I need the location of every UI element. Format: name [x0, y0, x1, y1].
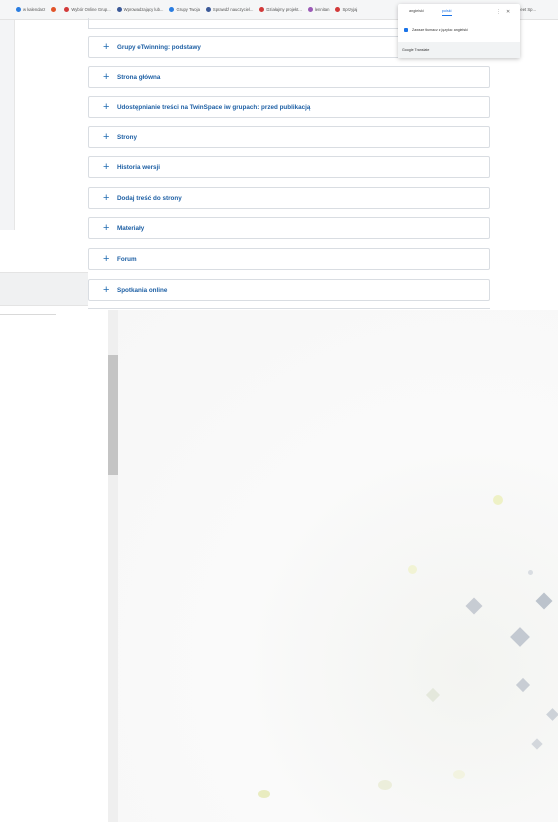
close-icon[interactable]: ✕ — [506, 9, 510, 15]
tab-target-language[interactable]: polski — [441, 9, 452, 16]
accordion-item-spotkania-online[interactable]: + Spotkania online — [88, 279, 490, 301]
accordion-item-label: Historia wersji — [117, 163, 161, 171]
accordion-item-label: Spotkania online — [117, 286, 168, 294]
decorative-diamond — [510, 627, 530, 647]
always-translate-label: Zawsze tłumacz z języka: angielski — [412, 28, 468, 32]
accordion-item-label: Forum — [117, 255, 137, 263]
content-background — [108, 310, 558, 822]
translate-popup: angielski polski ⋮ ✕ Zawsze tłumacz z ję… — [398, 4, 520, 58]
bookmark-item[interactable]: Grupy Twoja — [169, 7, 200, 12]
bookmark-favicon-icon — [64, 7, 70, 12]
bookmark-favicon-icon — [116, 7, 122, 12]
accordion-item-label: Grupy eTwinning: podstawy — [117, 43, 201, 51]
bookmark-favicon-icon — [205, 7, 211, 12]
accordion-item-label: Strona główna — [117, 73, 161, 81]
more-options-icon[interactable]: ⋮ — [496, 9, 501, 15]
accordion-item-strony[interactable]: + Strony — [88, 126, 490, 148]
tab-source-language[interactable]: angielski — [409, 9, 424, 16]
decorative-speck — [493, 495, 503, 505]
decorative-speck — [378, 780, 392, 790]
accordion-item-forum[interactable]: + Forum — [88, 248, 490, 270]
bookmark-favicon-icon — [51, 7, 57, 12]
left-side-panel — [0, 20, 15, 230]
plus-icon: + — [103, 100, 110, 113]
bookmark-favicon-icon — [259, 7, 265, 12]
checkbox-checked-icon[interactable] — [404, 28, 408, 32]
bookmark-item[interactable]: w kalendarz — [16, 7, 45, 12]
decorative-diamond — [465, 597, 483, 615]
plus-icon: + — [103, 130, 110, 143]
accordion-item-historia-wersji[interactable]: + Historia wersji — [88, 156, 490, 178]
accordion-item-dodaj-tresc[interactable]: + Dodaj treść do strony — [88, 187, 490, 209]
plus-icon: + — [103, 191, 110, 204]
decorative-diamond — [531, 738, 543, 750]
plus-icon: + — [103, 252, 110, 265]
bookmark-item[interactable]: Sprawdź nauczyciel... — [205, 7, 253, 12]
bookmark-item[interactable]: Sprzyjaj — [335, 7, 357, 12]
decorative-speck — [408, 565, 417, 574]
bookmark-item[interactable] — [51, 7, 58, 12]
accordion-item-udostepnianie[interactable]: + Udostępnianie treści na TwinSpace iw g… — [88, 96, 490, 118]
bookmark-item[interactable]: Wybór Online Grup... — [64, 7, 111, 12]
bookmark-favicon-icon — [16, 7, 21, 12]
accordion-item-materialy[interactable]: + Materiały — [88, 217, 490, 239]
accordion-item-label: Dodaj treść do strony — [117, 194, 182, 202]
bookmark-item[interactable]: Wprowadzający lub... — [116, 7, 163, 12]
plus-icon: + — [103, 283, 110, 296]
bookmark-favicon-icon — [169, 7, 175, 12]
decorative-speck — [453, 770, 465, 779]
bookmark-favicon-icon — [335, 7, 341, 12]
plus-icon: + — [103, 70, 110, 83]
bookmark-item[interactable]: lennitan — [307, 7, 329, 12]
divider — [0, 314, 56, 315]
bookmark-favicon-icon — [307, 7, 313, 12]
left-side-bar — [0, 272, 88, 306]
decorative-diamond — [546, 708, 558, 721]
decorative-diamond — [425, 687, 441, 703]
plus-icon: + — [103, 160, 110, 173]
bookmark-item[interactable]: Działajmy projekt... — [259, 7, 302, 12]
decorative-diamond — [535, 592, 553, 610]
accordion-item-label: Materiały — [117, 224, 145, 232]
plus-icon: + — [103, 221, 110, 234]
translate-footer: Google Translate — [398, 42, 520, 58]
scrollbar-thumb[interactable] — [108, 355, 118, 475]
always-translate-option[interactable]: Zawsze tłumacz z języka: angielski — [404, 28, 468, 32]
accordion-item-label: Udostępnianie treści na TwinSpace iw gru… — [117, 103, 311, 111]
decorative-diamond — [515, 677, 531, 693]
plus-icon: + — [103, 40, 110, 53]
accordion-item-label: Strony — [117, 133, 137, 141]
decorative-speck — [528, 570, 533, 575]
accordion-item-strona-glowna[interactable]: + Strona główna — [88, 66, 490, 88]
decorative-speck — [258, 790, 270, 798]
translate-footer-label: Google Translate — [402, 48, 430, 52]
